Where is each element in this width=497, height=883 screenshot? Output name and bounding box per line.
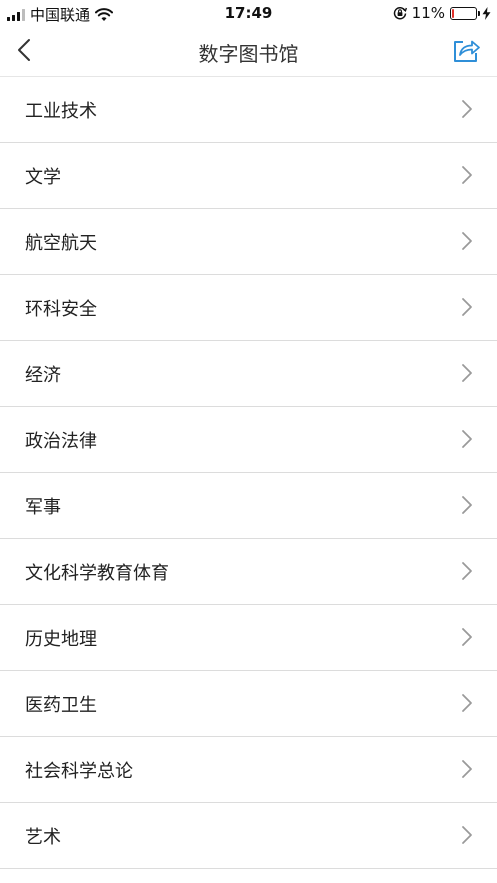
category-list: 工业技术文学航空航天环科安全经济政治法律军事文化科学教育体育 历史地理医药卫生社会… [0,77,497,869]
category-row[interactable]: 医药卫生 [0,671,497,737]
chevron-right-icon [462,430,472,448]
category-label: 艺术 [25,827,61,848]
category-label: 文学 [25,167,61,188]
navigation-bar: 数字图书馆 [0,26,497,77]
chevron-right-icon [462,232,472,250]
share-icon[interactable] [451,36,481,64]
battery-level-fill [452,8,454,18]
category-row[interactable]: 艺术 [0,803,497,869]
category-label: 政治法律 [25,431,97,452]
category-row[interactable]: 社会科学总论 [0,737,497,803]
category-label: 经济 [25,365,61,386]
chevron-right-icon [462,298,472,316]
category-row[interactable]: 环科安全 [0,275,497,341]
category-row[interactable]: 工业技术 [0,77,497,143]
category-label: 医药卫生 [25,695,97,716]
category-row[interactable]: 文化科学教育体育 [0,539,497,605]
chevron-right-icon [462,694,472,712]
chevron-right-icon [462,364,472,382]
chevron-right-icon [462,760,472,778]
orientation-lock-icon [393,6,407,20]
category-label: 工业技术 [25,101,97,122]
category-row[interactable]: 文学 [0,143,497,209]
chevron-right-icon [462,496,472,514]
status-bar: 中国联通 17:49 11% [0,0,497,26]
category-row[interactable]: 航空航天 [0,209,497,275]
chevron-right-icon [462,826,472,844]
battery-icon [450,6,480,20]
chevron-right-icon [462,628,472,646]
category-label: 航空航天 [25,233,97,254]
category-label: 军事 [25,497,61,518]
status-bar-right: 11% [393,4,491,22]
category-label: 历史地理 [25,629,97,650]
page-title: 数字图书馆 [198,42,299,66]
category-label: 文化科学教育体育 [25,563,169,584]
category-label: 社会科学总论 [25,761,133,782]
chevron-right-icon [462,562,472,580]
category-row[interactable]: 政治法律 [0,407,497,473]
category-row[interactable]: 军事 [0,473,497,539]
category-row[interactable]: 经济 [0,341,497,407]
category-label: 环科安全 [25,299,97,320]
category-row[interactable]: 历史地理 [0,605,497,671]
battery-percent: 11% [411,4,445,22]
chevron-right-icon [462,166,472,184]
charging-bolt-icon [482,6,491,20]
chevron-right-icon [462,100,472,118]
